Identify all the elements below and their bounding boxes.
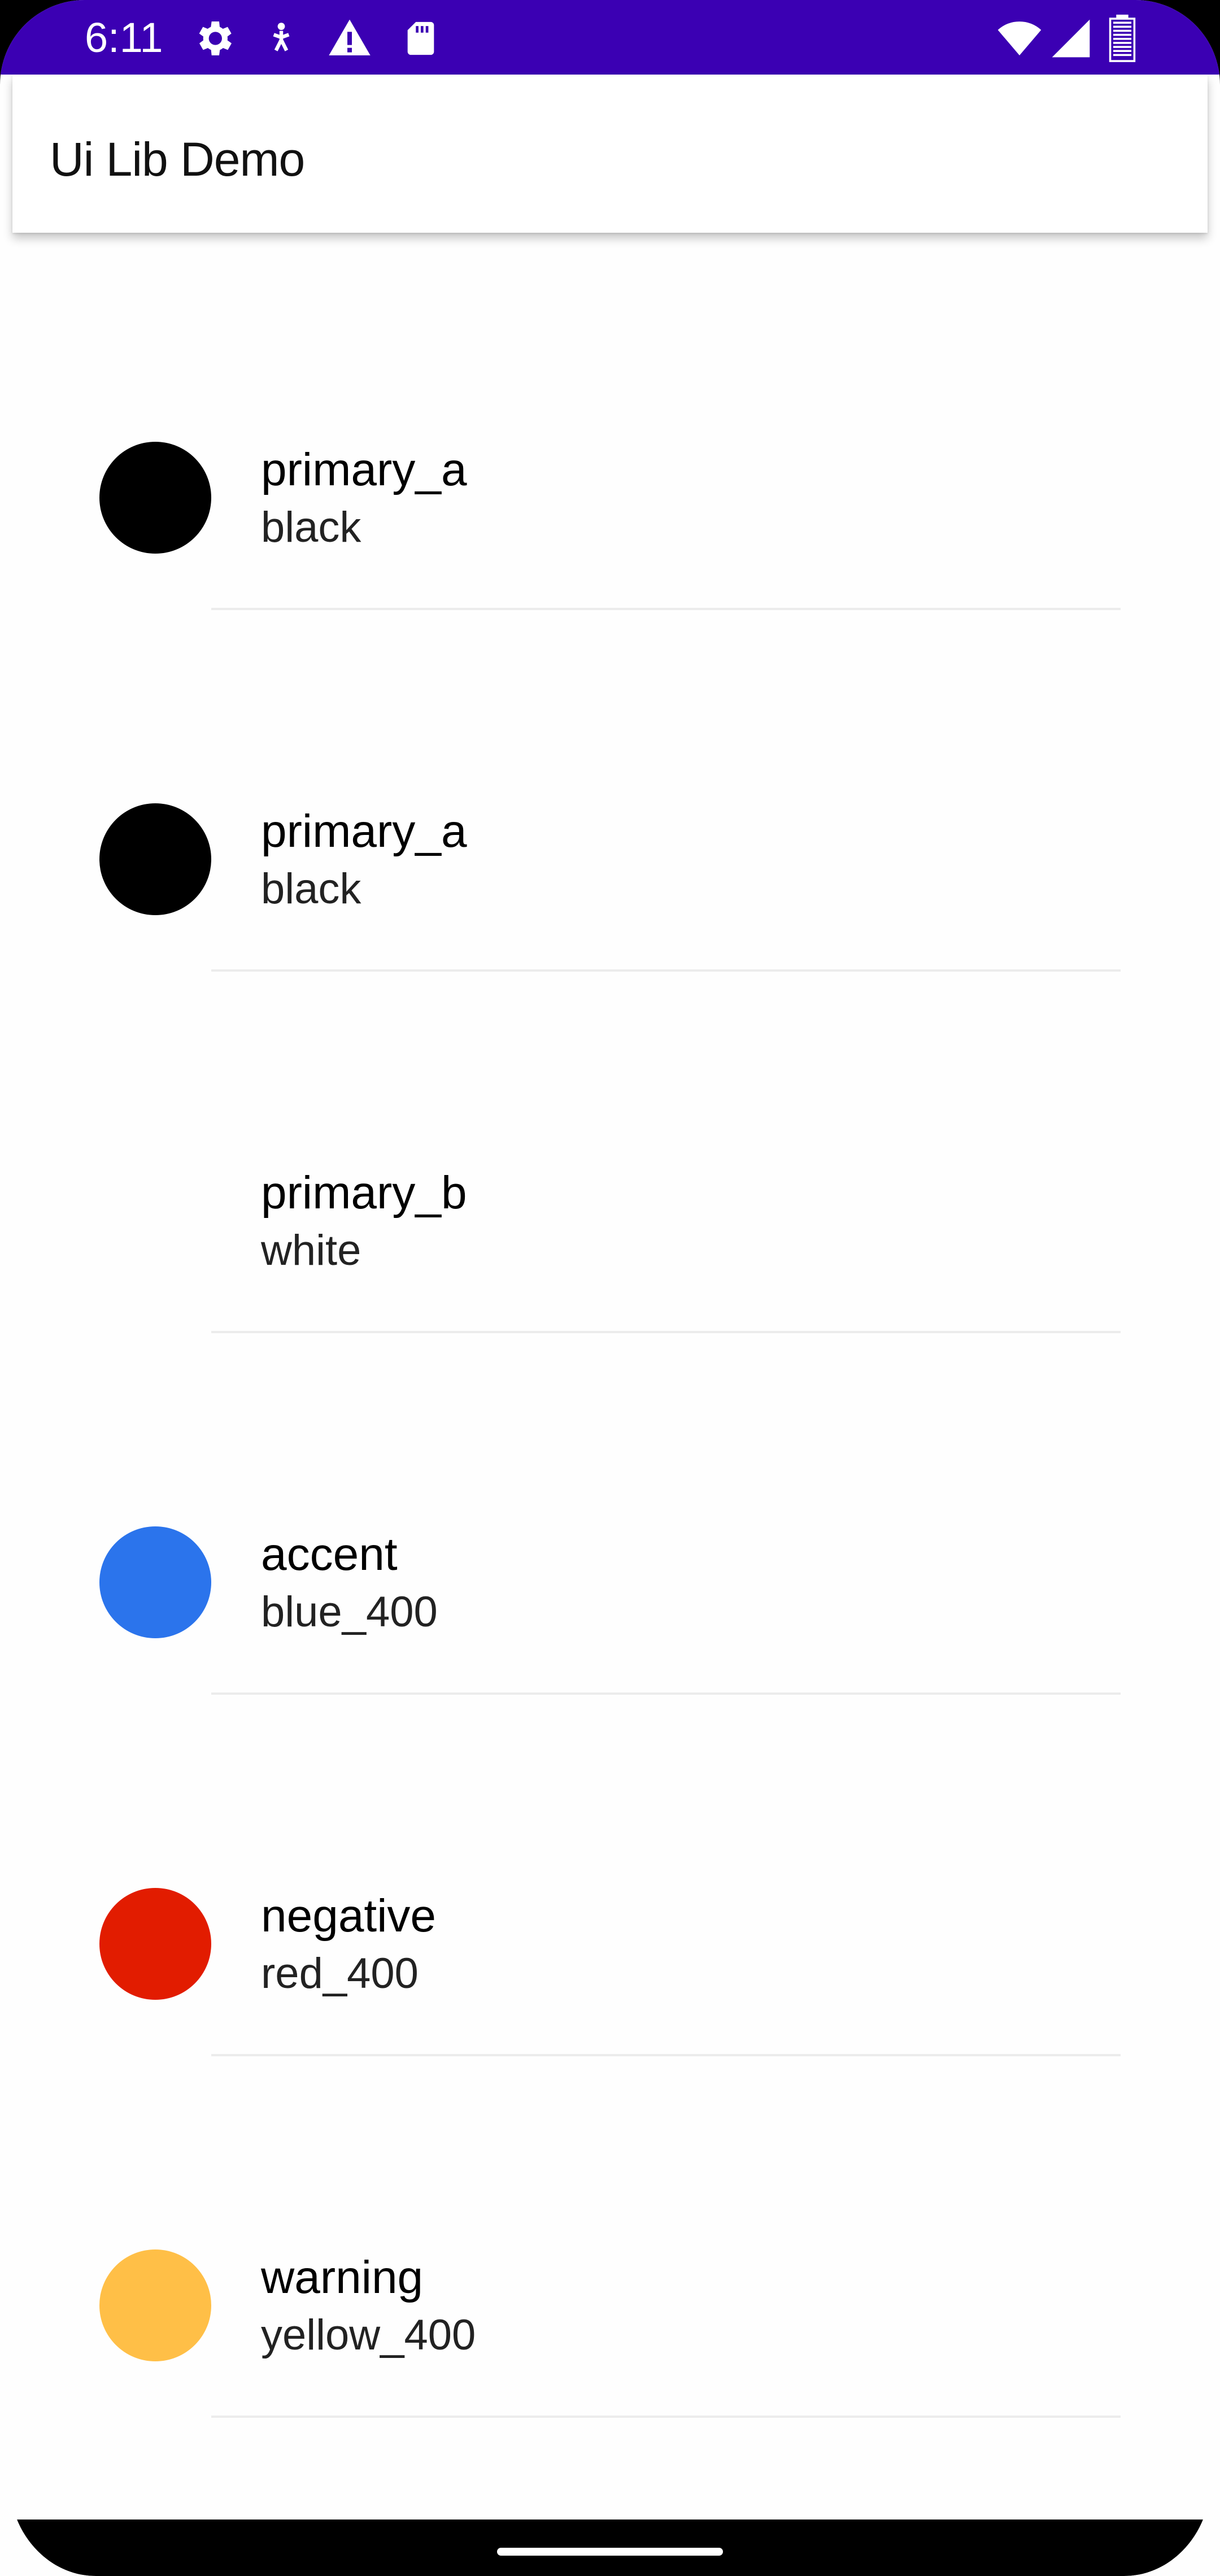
cellular-signal-icon [1052,19,1090,58]
app-bar: Ui Lib Demo [12,75,1208,233]
color-swatch [99,1888,211,2000]
color-value: blue_400 [261,1588,438,1636]
divider [211,1692,1121,1695]
color-list-item[interactable]: warning yellow_400 [0,2068,1220,2429]
divider [211,2416,1121,2418]
color-value: yellow_400 [261,2311,476,2359]
warning-icon [329,19,371,55]
divider [211,2054,1121,2056]
color-name: primary_b [261,1167,467,1219]
color-name: primary_a [261,806,467,857]
divider [211,608,1121,610]
color-swatch [99,442,211,554]
color-swatch [99,1526,211,1638]
app-screen: 6:11 Ui Lib Demo primary_a black primary… [0,0,1220,2576]
color-name: primary_a [261,444,467,495]
color-name: warning [261,2252,424,2303]
color-name: accent [261,1529,398,1580]
divider [211,969,1121,972]
color-list-item[interactable]: primary_b white [0,983,1220,1344]
settings-gear-icon [199,21,232,55]
gesture-nav-handle[interactable] [497,2548,723,2556]
color-list-item[interactable]: accent blue_400 [0,1344,1220,1706]
app-title: Ui Lib Demo [50,133,305,186]
color-swatch [99,803,211,915]
color-swatch [99,2249,211,2361]
color-value: white [261,1226,361,1274]
sd-card-icon [407,21,434,55]
color-list-item[interactable]: primary_a black [0,260,1220,621]
color-list-item[interactable]: negative red_400 [0,1706,1220,2068]
color-value: black [261,503,361,551]
status-bar: 6:11 [0,0,1220,75]
accessibility-icon [273,23,290,51]
battery-icon [1109,14,1136,62]
color-list-item[interactable]: primary_a black [0,621,1220,983]
color-value: black [261,865,361,913]
color-value: red_400 [261,1950,419,1998]
status-time: 6:11 [85,14,163,61]
color-name: negative [261,1890,437,1942]
divider [211,1331,1121,1333]
wifi-icon [997,21,1042,55]
